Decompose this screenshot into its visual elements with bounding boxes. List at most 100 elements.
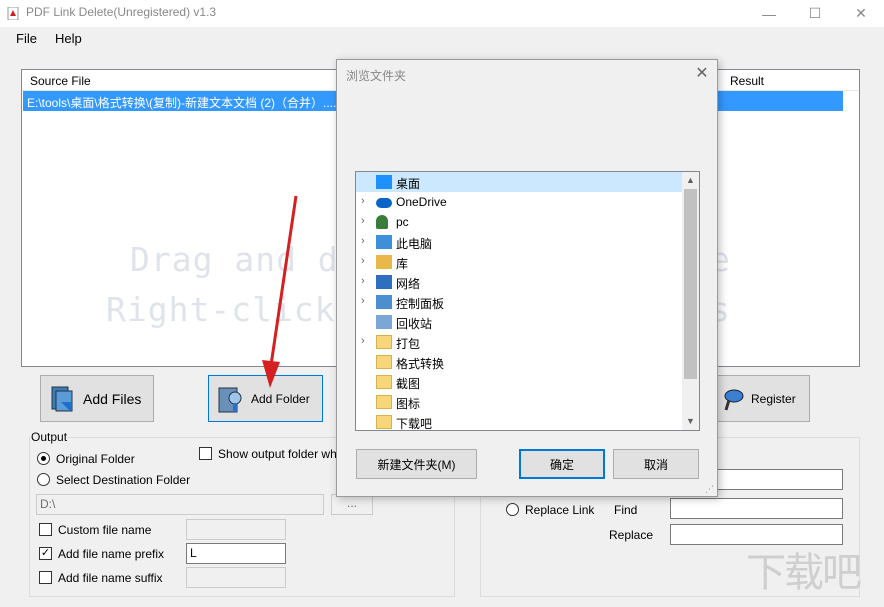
tree-item[interactable]: 下载吧 <box>356 412 682 431</box>
dialog-title: 浏览文件夹 <box>346 69 407 83</box>
folder-icon <box>376 375 392 389</box>
key-icon <box>724 389 744 410</box>
menu-bar: File Help <box>0 27 884 51</box>
expand-chevron-icon[interactable]: › <box>361 235 365 247</box>
dialog-close-button[interactable]: ✕ <box>692 63 712 83</box>
scroll-up-button[interactable]: ▲ <box>682 172 699 189</box>
app-icon <box>7 7 19 20</box>
tree-item-label: 格式转换 <box>396 357 445 371</box>
browse-button[interactable]: ... <box>331 494 373 515</box>
custom-name-label: Custom file name <box>58 523 152 537</box>
annotation-arrow <box>262 195 298 388</box>
recycle-bin-icon <box>376 315 392 329</box>
tree-item-label: 打包 <box>396 337 421 351</box>
destination-path-field[interactable]: D:\ <box>36 494 324 515</box>
tree-item[interactable]: 截图 <box>356 372 682 392</box>
expand-chevron-icon[interactable]: › <box>361 335 365 347</box>
close-button[interactable]: ✕ <box>838 0 884 27</box>
tree-item[interactable]: › 打包 <box>356 332 682 352</box>
cloud-icon <box>376 198 392 208</box>
column-header-source[interactable]: Source File <box>30 74 91 88</box>
tree-item[interactable]: › 此电脑 <box>356 232 682 252</box>
register-button[interactable]: Register <box>714 375 810 422</box>
register-label: Register <box>751 391 796 406</box>
add-files-icon <box>51 386 73 412</box>
show-output-checkbox[interactable] <box>199 447 212 460</box>
add-prefix-label: Add file name prefix <box>58 547 165 561</box>
tree-item[interactable]: 格式转换 <box>356 352 682 372</box>
prefix-field[interactable]: L <box>186 543 286 564</box>
network-icon <box>376 275 392 289</box>
select-destination-radio[interactable] <box>37 473 50 486</box>
tree-item[interactable]: › OneDrive <box>356 192 682 212</box>
control-panel-icon <box>376 295 392 309</box>
cancel-button[interactable]: 取消 <box>613 449 699 479</box>
folder-icon <box>376 355 392 369</box>
expand-chevron-icon[interactable]: › <box>361 255 365 267</box>
replace-label: Replace <box>609 528 654 542</box>
tree-item-label: OneDrive <box>396 195 447 209</box>
custom-name-field[interactable] <box>186 519 286 540</box>
add-files-button[interactable]: Add Files <box>40 375 154 422</box>
tree-item[interactable]: 图标 <box>356 392 682 412</box>
folder-icon <box>376 335 392 349</box>
tree-item-label: pc <box>396 215 409 229</box>
add-folder-icon <box>218 387 242 412</box>
replace-link-label: Replace Link <box>525 503 595 517</box>
menu-help[interactable]: Help <box>55 31 82 46</box>
folder-icon <box>376 395 392 409</box>
library-icon <box>376 255 392 269</box>
replace-link-radio[interactable] <box>506 503 519 516</box>
tree-item-label: 图标 <box>396 397 421 411</box>
select-destination-label: Select Destination Folder <box>56 473 191 487</box>
original-folder-radio[interactable] <box>37 452 50 465</box>
window-title: PDF Link Delete(Unregistered) v1.3 <box>26 5 217 19</box>
expand-chevron-icon[interactable]: › <box>361 275 365 287</box>
add-folder-label: Add Folder <box>251 391 310 406</box>
title-bar: PDF Link Delete(Unregistered) v1.3 — ☐ ✕ <box>0 0 884 27</box>
original-folder-label: Original Folder <box>56 452 135 466</box>
computer-icon <box>376 235 392 249</box>
scroll-down-button[interactable]: ▼ <box>682 413 699 430</box>
column-header-result[interactable]: Result <box>730 74 764 88</box>
tree-item[interactable]: › 控制面板 <box>356 292 682 312</box>
find-field[interactable] <box>670 498 843 519</box>
tree-item-label: 截图 <box>396 377 421 391</box>
tree-item[interactable]: 桌面 <box>356 172 682 192</box>
suffix-field[interactable] <box>186 567 286 588</box>
tree-item-label: 下载吧 <box>396 417 433 431</box>
custom-name-checkbox[interactable] <box>39 523 52 536</box>
tree-scrollbar[interactable]: ▲ ▼ <box>682 172 699 430</box>
tree-item[interactable]: 回收站 <box>356 312 682 332</box>
user-icon <box>376 215 388 229</box>
find-label: Find <box>614 503 638 517</box>
add-prefix-checkbox[interactable]: ✓ <box>39 547 52 560</box>
ok-button[interactable]: 确定 <box>519 449 605 479</box>
tree-item-label: 回收站 <box>396 317 433 331</box>
add-suffix-label: Add file name suffix <box>58 571 163 585</box>
show-output-label: Show output folder wh <box>218 447 337 461</box>
add-files-label: Add Files <box>83 390 142 407</box>
expand-chevron-icon[interactable]: › <box>361 195 365 207</box>
desktop-icon <box>376 175 392 189</box>
add-suffix-checkbox[interactable] <box>39 571 52 584</box>
tree-item-label: 库 <box>396 257 409 271</box>
tree-item-label: 此电脑 <box>396 237 433 251</box>
minimize-button[interactable]: — <box>746 0 792 27</box>
tree-item[interactable]: › pc <box>356 212 682 232</box>
browse-folder-dialog: 浏览文件夹 ✕ 桌面 › OneDrive › pc › 此电脑 › 库 › 网络 › 控制面板 回收站 ›… <box>336 59 718 497</box>
folder-tree[interactable]: 桌面 › OneDrive › pc › 此电脑 › 库 › 网络 › 控制面板 回收站 › 打包 格式转换 截图… <box>355 171 700 431</box>
tree-item-label: 网络 <box>396 277 421 291</box>
watermark: 下载吧 <box>746 551 862 595</box>
tree-item[interactable]: › 库 <box>356 252 682 272</box>
tree-item-label: 控制面板 <box>396 297 445 311</box>
row-source-path: E:\tools\桌面\格式转换\(复制)-新建文本文档 (2)（合并）.... <box>27 96 337 110</box>
tree-item[interactable]: › 网络 <box>356 272 682 292</box>
menu-file[interactable]: File <box>16 31 37 46</box>
expand-chevron-icon[interactable]: › <box>361 215 365 227</box>
expand-chevron-icon[interactable]: › <box>361 295 365 307</box>
new-folder-button[interactable]: 新建文件夹(M) <box>356 449 477 479</box>
maximize-button[interactable]: ☐ <box>792 0 838 27</box>
tree-item-label: 桌面 <box>396 177 421 191</box>
scroll-thumb[interactable] <box>684 189 697 379</box>
